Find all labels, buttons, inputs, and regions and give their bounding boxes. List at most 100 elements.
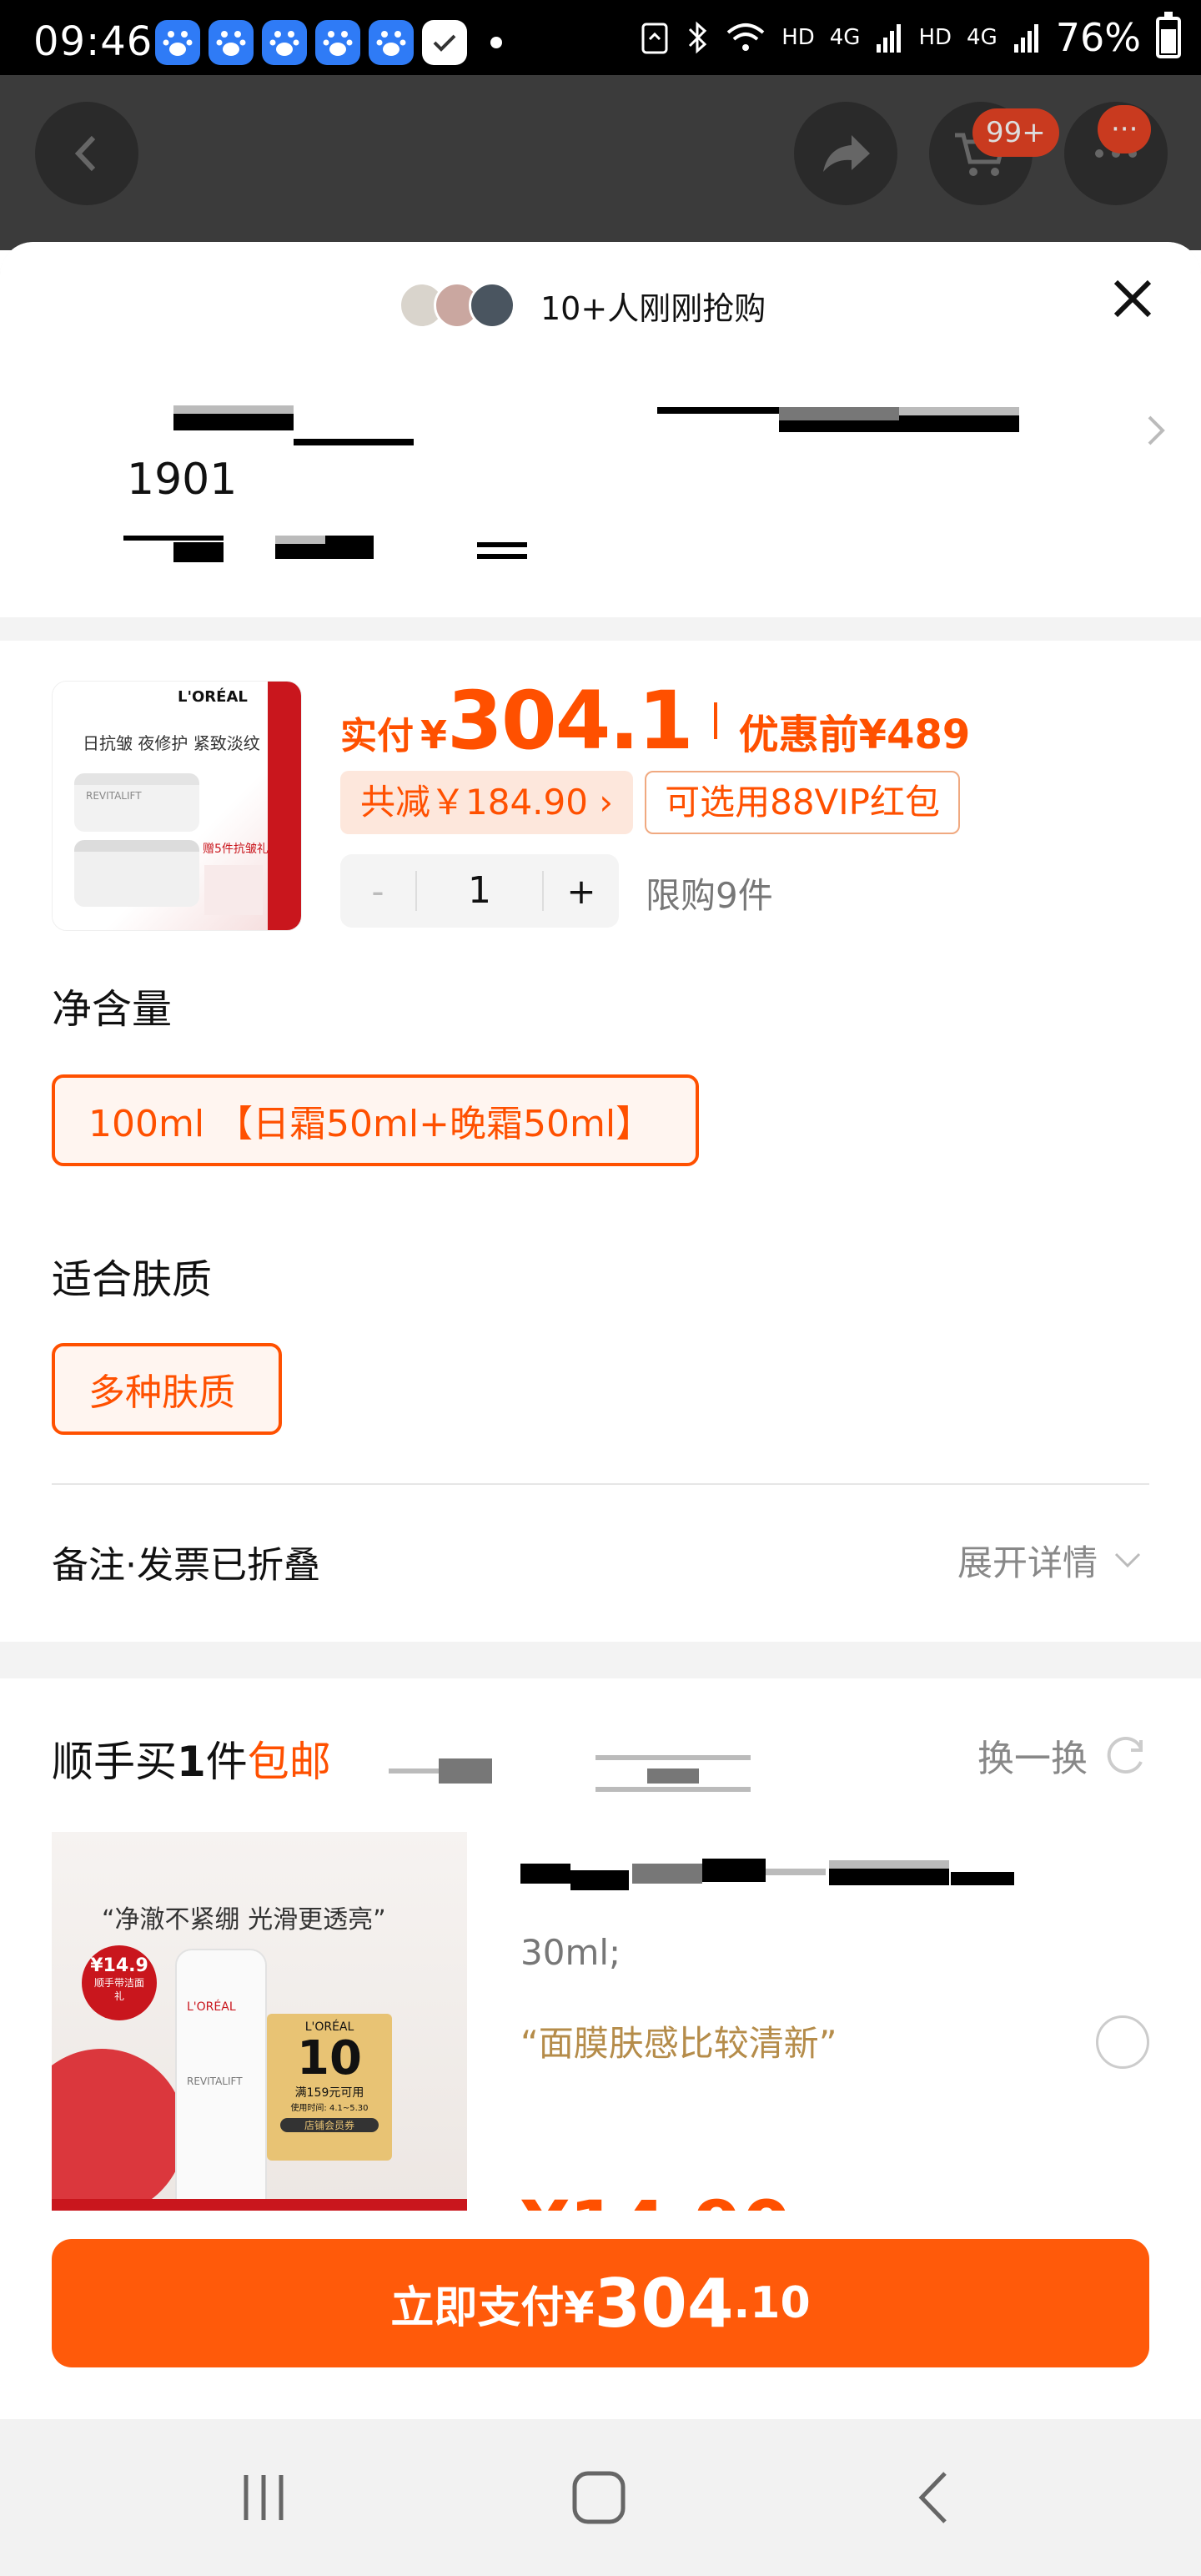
share-button[interactable] (794, 102, 897, 205)
tube-name: REVITALIFT (187, 2075, 243, 2087)
product-thumbnail[interactable]: L'ORÉAL 日抗皱 夜修护 紧致淡纹 REVITALIFT 赠5件抗皱礼 (52, 681, 302, 931)
swap-button[interactable]: 换一换 (977, 1728, 1149, 1782)
recent-apps-button[interactable] (222, 2464, 305, 2531)
addon-select-radio[interactable] (1096, 2015, 1149, 2069)
addon-title-num: 1 (177, 1738, 206, 1786)
pay-now-label: 立即支付¥ (390, 2282, 595, 2333)
hd-label: HD (918, 25, 952, 50)
net-content-title: 净含量 (52, 986, 173, 1033)
addon-spec: 30ml; (520, 1932, 621, 1973)
expand-details-label: 展开详情 (957, 1542, 1098, 1583)
divider (52, 1483, 1149, 1485)
pay-now-button[interactable]: 立即支付¥ 304 .10 (52, 2239, 1149, 2367)
addon-badge-text: 顺手带洁面礼 (93, 1977, 144, 2002)
back-button[interactable] (35, 102, 138, 205)
price-before-discount: 优惠前¥489 (738, 712, 971, 758)
dimmed-page-header: 99+ ··· (0, 75, 1201, 250)
currency-symbol: ¥ (420, 712, 448, 757)
skin-type-option[interactable]: 多种肤质 (52, 1343, 282, 1435)
chevron-left-icon (918, 2472, 947, 2523)
system-back-button[interactable] (892, 2464, 976, 2531)
thumb-headline: 日抗皱 夜修护 紧致淡纹 (83, 733, 260, 753)
redacted-text (766, 1869, 826, 1875)
product-panel: L'ORÉAL 日抗皱 夜修护 紧致淡纹 REVITALIFT 赠5件抗皱礼 实… (0, 641, 1201, 1642)
skin-type-option-label: 多种肤质 (88, 1371, 235, 1414)
redacted-text (595, 1755, 751, 1760)
addon-badge-price: ¥14.9 (90, 1955, 148, 1976)
cleanser-tube: L'ORÉAL REVITALIFT (175, 1949, 267, 2224)
redacted-text (439, 1758, 492, 1784)
order-bottom-sheet: 10+人刚刚抢购 1901 L'ORÉAL 日抗皱 夜修护 紧致淡纹 REVIT… (0, 242, 1201, 2419)
wifi-icon (726, 23, 765, 51)
net-content-option[interactable]: 100ml 【日霜50ml+晚霜50ml】 (52, 1074, 699, 1166)
redacted-text (647, 1768, 699, 1784)
addon-product-image[interactable]: “净澈不紧绷 光滑更透亮” ¥14.9 顺手带洁面礼 L'ORÉAL REVIT… (52, 1832, 467, 2232)
clock: 09:46 (33, 18, 153, 65)
redacted-text (595, 1787, 751, 1792)
coupon-store: 店铺会员券 (280, 2118, 379, 2132)
actual-pay-label: 实付 (340, 715, 414, 757)
jar-label: REVITALIFT (86, 790, 142, 802)
redacted-text (477, 542, 527, 547)
redacted-text (951, 1872, 1014, 1885)
addon-title-suffix: 件 (205, 1738, 248, 1786)
total-discount-tag[interactable]: 共减￥184.90 › (340, 771, 634, 834)
chevron-left-icon (74, 135, 96, 172)
network-4g-label: 4G (829, 25, 861, 50)
refresh-icon (1107, 1737, 1143, 1774)
redacted-text (899, 407, 1019, 415)
baidu-app-icon (262, 20, 307, 65)
home-button[interactable] (557, 2464, 641, 2531)
expand-details-button[interactable]: 展开详情 (957, 1535, 1143, 1586)
price-row: 实付 ¥ 304.1 优惠前¥489 (340, 674, 970, 767)
redacted-text (294, 439, 414, 445)
address-panel[interactable]: 10+人刚刚抢购 1901 (0, 242, 1201, 617)
pay-now-decimal: .10 (733, 2278, 811, 2328)
addon-slogan: “净澈不紧绷 光滑更透亮” (102, 1905, 386, 1935)
battery-percent: 76% (1055, 15, 1141, 60)
buyer-avatar (469, 282, 515, 329)
swap-label: 换一换 (977, 1738, 1088, 1780)
addon-title-prefix: 顺手买 (52, 1738, 177, 1786)
more-badge: ··· (1098, 105, 1152, 153)
home-icon (572, 2471, 626, 2524)
signal-icon (877, 24, 902, 53)
redacted-text (275, 536, 325, 544)
baidu-app-icon (315, 20, 360, 65)
cart-count-badge: 99+ (972, 108, 1059, 157)
hd-label: HD (781, 25, 815, 50)
net-content-option-label: 100ml 【日霜50ml+晚霜50ml】 (88, 1103, 653, 1145)
close-icon[interactable] (1108, 274, 1158, 324)
vip-redpacket-tag[interactable]: 可选用88VIP红包 (645, 771, 960, 834)
signal-icon (1013, 24, 1038, 53)
addon-title: 顺手买1件包邮 (52, 1728, 331, 1789)
addon-review-quote: “面膜肤感比较清新” (520, 2023, 837, 2064)
redacted-text (632, 1864, 702, 1884)
addon-badge: ¥14.9 顺手带洁面礼 (82, 1945, 157, 2020)
actual-pay-price: 304.1 (447, 674, 694, 767)
coupon-card: L'ORÉAL 10 满159元可用 使用时间: 4.1~5.30 店铺会员券 (267, 2014, 392, 2161)
pay-now-amount: 304 (594, 2264, 734, 2342)
coupon-condition: 满159元可用 (294, 2086, 364, 2100)
system-icons: HD 4G HD 4G 76% (640, 12, 1181, 60)
decrease-button[interactable]: - (340, 871, 415, 912)
chevron-down-icon (1114, 1552, 1141, 1567)
more-notifications-dot (490, 37, 502, 48)
battery-icon (1156, 12, 1181, 58)
brand-label: L'ORÉAL (178, 688, 248, 706)
quantity-value[interactable]: 1 (415, 871, 544, 911)
price-separator (713, 702, 717, 739)
chevron-right-icon (1148, 415, 1165, 445)
free-shipping-label: 包邮 (247, 1738, 331, 1786)
increase-button[interactable]: + (544, 871, 619, 912)
baidu-app-icon (209, 20, 254, 65)
redacted-text (173, 414, 294, 430)
address-number: 1901 (127, 455, 238, 505)
system-navigation-bar (0, 2419, 1201, 2576)
recent-buyers-text: 10+人刚刚抢购 (540, 289, 766, 327)
share-icon (823, 135, 870, 172)
purchase-limit: 限购9件 (646, 875, 773, 916)
skin-type-title: 适合肤质 (52, 1256, 213, 1303)
remark-invoice-label: 备注·发票已折叠 (52, 1544, 320, 1587)
redacted-text (702, 1859, 766, 1882)
